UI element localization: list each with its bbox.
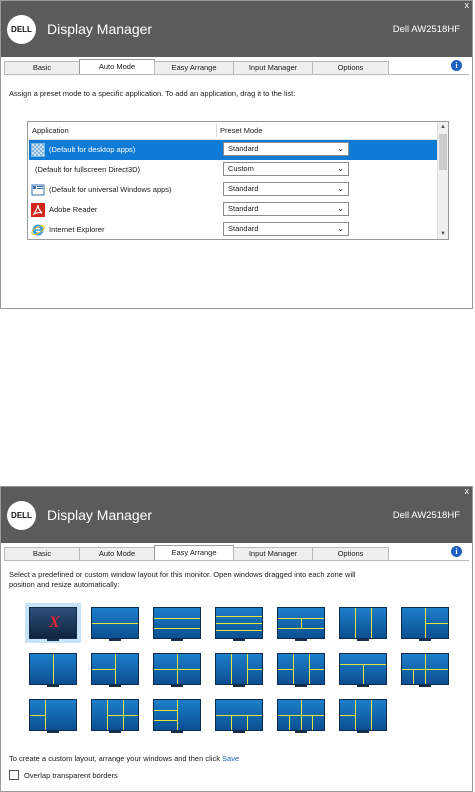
chevron-down-icon: ⌄	[337, 184, 344, 193]
layout-option[interactable]	[211, 695, 267, 735]
custom-layout-text: To create a custom layout, arrange your …	[9, 754, 239, 763]
layout-option[interactable]	[87, 695, 143, 735]
chevron-down-icon: ⌄	[337, 204, 344, 213]
preset-mode-dropdown[interactable]: Custom ⌄	[223, 162, 349, 176]
app-title: Display Manager	[47, 21, 153, 37]
close-icon[interactable]: x	[465, 1, 470, 10]
list-item[interactable]: Adobe Reader Standard ⌄	[29, 200, 439, 220]
easy-arrange-instructions-continued: position and resize automatically:	[9, 580, 120, 589]
scroll-up-icon[interactable]: ▲	[440, 124, 446, 130]
application-name: Adobe Reader	[49, 205, 98, 214]
tab-options[interactable]: Options	[312, 61, 389, 74]
overlap-borders-label: Overlap transparent borders	[24, 770, 118, 780]
layout-none[interactable]: X	[25, 603, 81, 643]
chevron-down-icon: ⌄	[337, 164, 344, 173]
list-item[interactable]: Internet Explorer Standard ⌄	[29, 220, 439, 240]
tab-bar: Basic Auto Mode Easy Arrange Input Manag…	[4, 59, 389, 75]
auto-mode-window: DELL Display Manager Dell AW2518HF x Bas…	[0, 0, 473, 309]
tab-divider	[4, 74, 469, 75]
application-name: (Default for universal Windows apps)	[49, 185, 172, 194]
list-scrollbar[interactable]: ▲ ▼	[437, 122, 448, 239]
no-layout-icon: X	[49, 614, 60, 631]
chevron-down-icon: ⌄	[337, 144, 344, 153]
tab-input-manager[interactable]: Input Manager	[233, 547, 313, 560]
layout-option[interactable]	[87, 603, 143, 643]
layout-option[interactable]	[397, 649, 453, 689]
application-name: Internet Explorer	[49, 225, 105, 234]
chevron-down-icon: ⌄	[337, 224, 344, 233]
close-icon[interactable]: x	[465, 487, 470, 496]
tab-basic[interactable]: Basic	[4, 61, 80, 74]
dell-logo: DELL	[7, 15, 36, 44]
tab-basic[interactable]: Basic	[4, 547, 80, 560]
layout-option[interactable]	[25, 649, 81, 689]
overlap-borders-checkbox[interactable]	[9, 770, 19, 780]
tab-input-manager[interactable]: Input Manager	[233, 61, 313, 74]
tab-bar: Basic Auto Mode Easy Arrange Input Manag…	[4, 545, 389, 561]
list-header: Application Preset Mode	[28, 122, 440, 140]
info-icon[interactable]: i	[451, 546, 462, 557]
monitor-model: Dell AW2518HF	[392, 510, 460, 521]
tab-options[interactable]: Options	[312, 547, 389, 560]
list-item[interactable]: (Default for universal Windows apps) Sta…	[29, 180, 439, 200]
layout-option[interactable]	[149, 649, 205, 689]
layout-option[interactable]	[273, 603, 329, 643]
windows-app-icon	[31, 184, 45, 196]
easy-arrange-window: DELL Display Manager Dell AW2518HF x Bas…	[0, 486, 473, 792]
layout-option[interactable]	[273, 695, 329, 735]
application-name: (Default for fullscreen Direct3D)	[35, 165, 141, 174]
preset-mode-dropdown[interactable]: Standard ⌄	[223, 202, 349, 216]
desktop-apps-icon	[31, 143, 45, 157]
preset-mode-column-header[interactable]: Preset Mode	[220, 122, 263, 139]
layout-option[interactable]	[397, 603, 453, 643]
tab-easy-arrange[interactable]: Easy Arrange	[154, 61, 234, 74]
list-item[interactable]: (Default for fullscreen Direct3D) Custom…	[29, 160, 439, 180]
application-name: (Default for desktop apps)	[49, 145, 136, 154]
scroll-down-icon[interactable]: ▼	[440, 231, 446, 237]
overlap-borders-option[interactable]: Overlap transparent borders	[9, 770, 118, 780]
tab-auto-mode[interactable]: Auto Mode	[79, 59, 155, 74]
tab-divider	[4, 560, 469, 561]
layout-option[interactable]	[211, 603, 267, 643]
layout-option[interactable]	[149, 603, 205, 643]
tab-auto-mode[interactable]: Auto Mode	[79, 547, 155, 560]
preset-mode-dropdown[interactable]: Standard ⌄	[223, 222, 349, 236]
column-divider	[216, 124, 217, 137]
layout-option[interactable]	[25, 695, 81, 735]
layout-option[interactable]	[335, 695, 391, 735]
save-link[interactable]: Save	[222, 754, 239, 763]
layout-option[interactable]	[273, 649, 329, 689]
title-bar: DELL Display Manager Dell AW2518HF x	[1, 1, 472, 57]
preset-mode-dropdown[interactable]: Standard ⌄	[223, 182, 349, 196]
monitor-model: Dell AW2518HF	[392, 24, 460, 35]
internet-explorer-icon	[31, 224, 45, 236]
info-icon[interactable]: i	[451, 60, 462, 71]
custom-layout-instructions: To create a custom layout, arrange your …	[9, 754, 220, 763]
tab-easy-arrange[interactable]: Easy Arrange	[154, 545, 234, 560]
adobe-reader-icon	[31, 203, 45, 217]
layout-option[interactable]	[211, 649, 267, 689]
layout-option[interactable]	[149, 695, 205, 735]
app-title: Display Manager	[47, 507, 153, 523]
dell-logo: DELL	[7, 501, 36, 530]
scroll-thumb[interactable]	[439, 134, 447, 170]
title-bar: DELL Display Manager Dell AW2518HF x	[1, 487, 472, 543]
list-item[interactable]: (Default for desktop apps) Standard ⌄	[29, 140, 439, 160]
preset-mode-dropdown[interactable]: Standard ⌄	[223, 142, 349, 156]
layout-option[interactable]	[335, 603, 391, 643]
auto-mode-instructions: Assign a preset mode to a specific appli…	[9, 89, 296, 98]
application-list[interactable]: Application Preset Mode (Default for des…	[27, 121, 449, 240]
application-column-header[interactable]: Application	[32, 122, 69, 139]
layout-option[interactable]	[87, 649, 143, 689]
easy-arrange-instructions: Select a predefined or custom window lay…	[9, 570, 356, 579]
layout-option[interactable]	[335, 649, 391, 689]
